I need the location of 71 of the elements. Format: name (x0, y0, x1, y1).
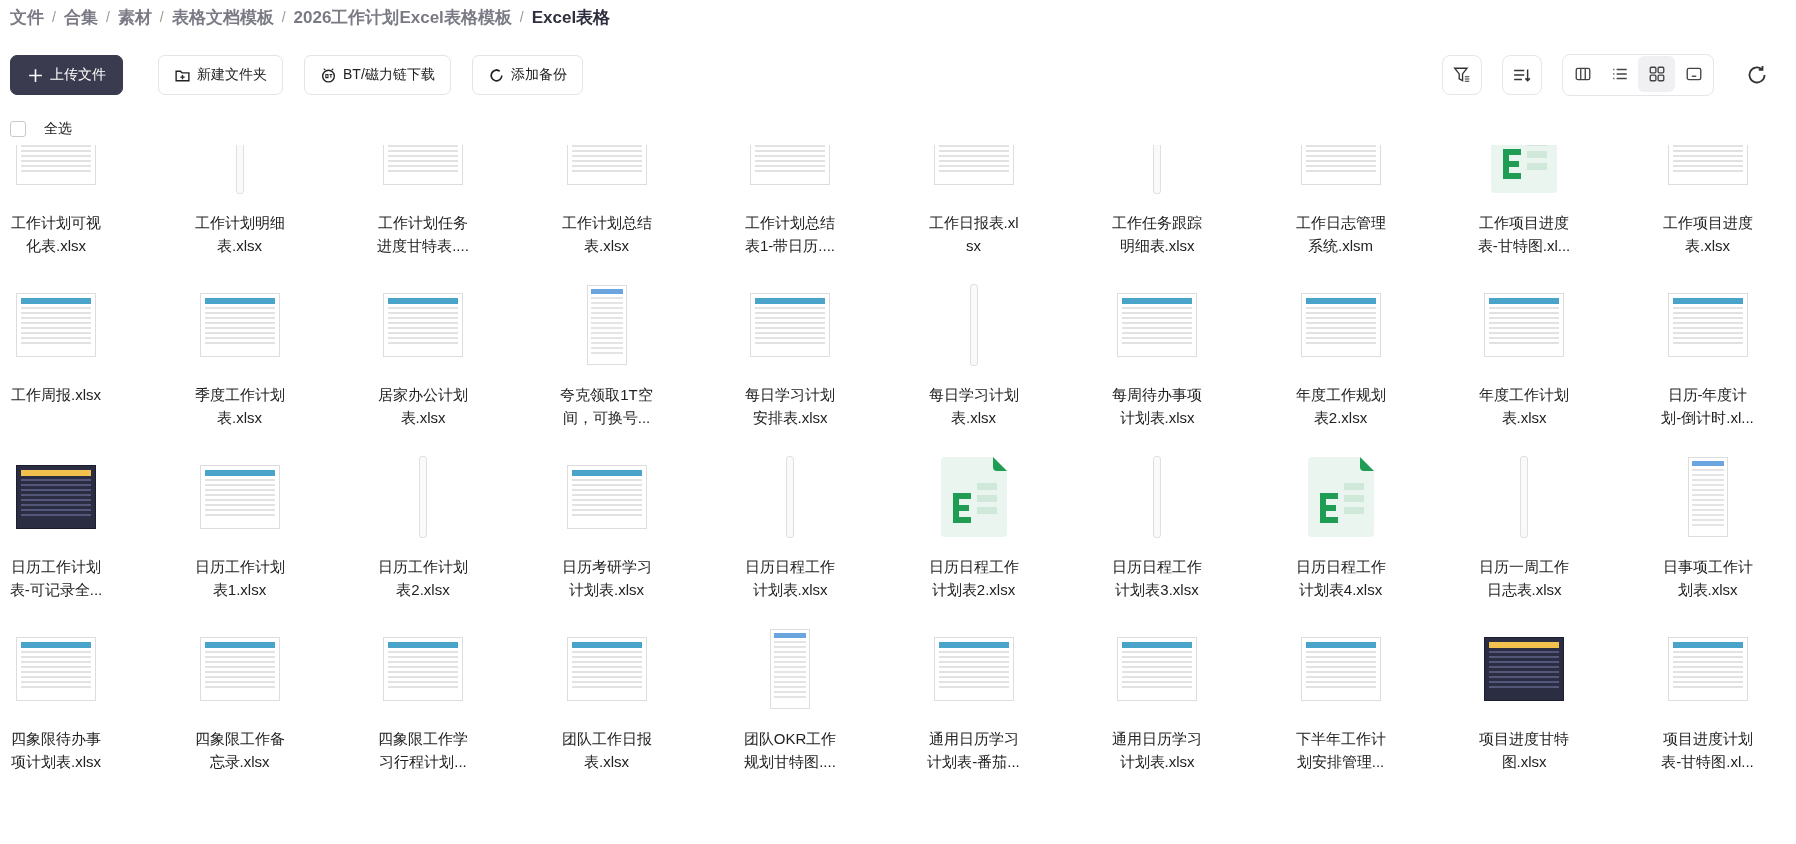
file-name[interactable]: 团队工作日报表.xlsx (558, 727, 655, 773)
file-name[interactable]: 项目进度甘特图.xlsx (1476, 727, 1572, 773)
file-name[interactable]: 日事项工作计划表.xlsx (1659, 555, 1756, 601)
file-name[interactable]: 年度工作规划表2.xlsx (1292, 383, 1389, 429)
spreadsheet-file-icon (940, 457, 1007, 537)
file-name[interactable]: 项目进度计划表-甘特图.xl... (1659, 727, 1756, 773)
columns-icon (1573, 65, 1592, 83)
file-name[interactable]: 通用日历学习计划表.xlsx (1109, 727, 1205, 773)
file-name[interactable]: 工作计划总结表1-带日历.... (742, 211, 838, 257)
breadcrumb-link[interactable]: 文件 (10, 5, 44, 29)
file-name[interactable]: 每日学习计划表.xlsx (925, 383, 1022, 429)
file-name[interactable]: 四象限工作学习行程计划... (375, 727, 471, 773)
file-name[interactable]: 夸克领取1T空间，可换号... (558, 383, 655, 429)
breadcrumb-separator: / (52, 9, 56, 25)
toolbar-button[interactable]: 新建文件夹 (158, 55, 283, 95)
sync-icon (487, 66, 505, 84)
filter-icon (1453, 66, 1471, 84)
file-name[interactable]: 季度工作计划表.xlsx (191, 383, 288, 429)
upload-button[interactable]: 上传文件 (10, 55, 123, 95)
file-name[interactable]: 通用日历学习计划表-番茄... (925, 727, 1022, 773)
file-name[interactable]: 工作计划总结表.xlsx (558, 211, 655, 257)
file-name[interactable]: 日历考研学习计划表.xlsx (558, 555, 655, 601)
breadcrumb-link[interactable]: Excel表格 (531, 5, 611, 29)
refresh-icon[interactable] (1746, 64, 1768, 86)
breadcrumb-separator: / (519, 9, 524, 25)
file-name[interactable]: 工作周报.xlsx (8, 383, 104, 406)
file-name[interactable]: 日历日程工作计划表2.xlsx (925, 555, 1022, 601)
file-name[interactable]: 每日学习计划安排表.xlsx (742, 383, 838, 429)
grid-icon (1647, 65, 1666, 83)
breadcrumb-link[interactable]: 表格文档模板 (171, 5, 274, 29)
sort-icon (1513, 66, 1531, 84)
file-name[interactable]: 每周待办事项计划表.xlsx (1109, 383, 1205, 429)
file-name[interactable]: 工作任务跟踪明细表.xlsx (1109, 211, 1205, 257)
file-name[interactable]: 工作计划可视化表.xlsx (8, 211, 104, 257)
file-name[interactable]: 日历日程工作计划表4.xlsx (1292, 555, 1389, 601)
breadcrumb-link[interactable]: 素材 (117, 5, 152, 29)
toolbar-button[interactable]: BT/磁力链下载 (304, 55, 451, 95)
breadcrumb-separator: / (105, 9, 110, 25)
file-name[interactable]: 日历工作计划表-可记录全... (8, 555, 104, 601)
file-name[interactable]: 日历工作计划表2.xlsx (375, 555, 471, 601)
breadcrumb-link[interactable]: 合集 (63, 5, 98, 29)
bt-icon (320, 66, 337, 84)
file-name[interactable]: 工作日志管理系统.xlsm (1292, 211, 1389, 257)
select-all-checkbox[interactable] (10, 121, 26, 137)
file-name[interactable]: 团队OKR工作规划甘特图.... (742, 727, 838, 773)
plus-icon (27, 66, 44, 84)
file-name[interactable]: 工作项目进度表.xlsx (1659, 211, 1756, 257)
file-name[interactable]: 工作计划明细表.xlsx (191, 211, 288, 257)
breadcrumb-separator: / (281, 9, 286, 25)
file-name[interactable]: 工作计划任务进度甘特表.... (375, 211, 471, 257)
file-name[interactable]: 日历日程工作计划表3.xlsx (1109, 555, 1205, 601)
file-name[interactable]: 四象限待办事项计划表.xlsx (8, 727, 104, 773)
file-name[interactable]: 居家办公计划表.xlsx (375, 383, 471, 429)
select-all-label: 全选 (44, 120, 72, 138)
file-name[interactable]: 下半年工作计划安排管理... (1292, 727, 1389, 773)
toolbar-button[interactable]: 添加备份 (471, 55, 583, 95)
file-name[interactable]: 日历日程工作计划表.xlsx (742, 555, 838, 601)
file-name[interactable]: 四象限工作备忘录.xlsx (191, 727, 288, 773)
breadcrumb-separator: / (159, 9, 164, 25)
file-name[interactable]: 日历一周工作日志表.xlsx (1476, 555, 1572, 601)
spreadsheet-file-icon (1307, 457, 1374, 537)
preview-icon (1684, 65, 1703, 83)
file-name[interactable]: 日历工作计划表1.xlsx (191, 555, 288, 601)
file-name[interactable]: 工作日报表.xlsx (925, 211, 1022, 257)
sort-button[interactable] (1502, 55, 1542, 95)
file-name[interactable]: 年度工作计划表.xlsx (1476, 383, 1572, 429)
filter-button[interactable] (1442, 55, 1482, 95)
breadcrumb-link[interactable]: 2026工作计划Excel表格模板 (293, 5, 512, 29)
file-name[interactable]: 日历-年度计划-倒计时.xl... (1659, 383, 1756, 429)
file-name[interactable]: 工作项目进度表-甘特图.xl... (1476, 211, 1572, 257)
view-mode-button[interactable] (1638, 56, 1675, 92)
